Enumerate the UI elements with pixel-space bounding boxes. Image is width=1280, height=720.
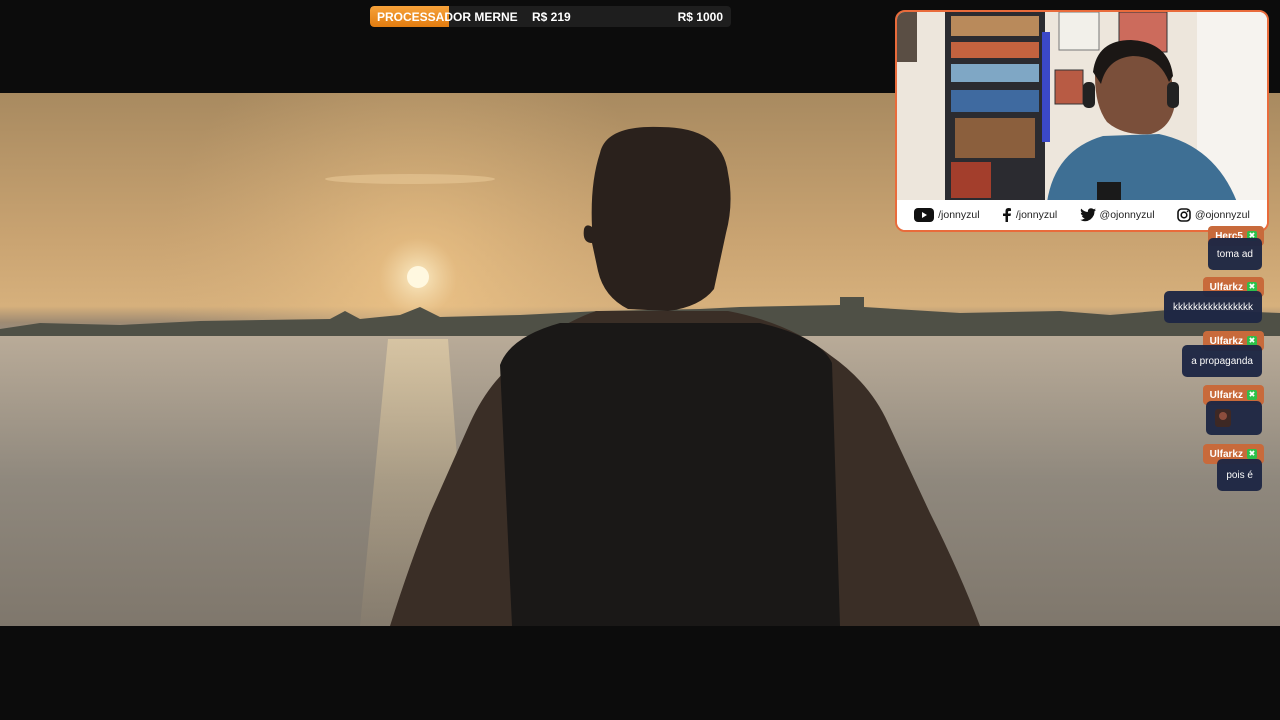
youtube-icon <box>914 208 935 222</box>
chat-message: Herc5 ✖ toma ad <box>1206 226 1266 270</box>
chat-bubble: pois é <box>1217 459 1262 491</box>
chat-bubble: kkkkkkkkkkkkkkkk <box>1164 291 1262 323</box>
social-handle: /jonnyzul <box>938 209 980 221</box>
goal-target-amount: R$ 1000 <box>677 10 723 24</box>
social-twitter: @ojonnyzul <box>1079 208 1155 222</box>
chat-bubble: toma ad <box>1207 238 1262 270</box>
donation-goal-bar: PROCESSADOR MERNE R$ 219 R$ 1000 <box>370 6 731 27</box>
chat-text: toma ad <box>1216 248 1253 260</box>
chat-bubble <box>1206 401 1262 435</box>
sun <box>407 266 429 288</box>
person-tanktop <box>500 323 840 626</box>
person-head <box>583 126 731 311</box>
webcam-overlay: /jonnyzul /jonnyzul @ojonnyzul @ojonnyzu… <box>895 10 1269 232</box>
chat-bubble: a propaganda <box>1182 345 1262 377</box>
chat-message: Ulfarkz ✖ kkkkkkkkkkkkkkkk <box>1146 277 1266 325</box>
mod-badge-icon: ✖ <box>1247 390 1257 400</box>
chat-message: Ulfarkz ✖ pois é <box>1202 444 1266 492</box>
goal-current-amount: R$ 219 <box>532 10 571 24</box>
twitter-icon <box>1079 208 1096 222</box>
chat-text: pois é <box>1226 469 1253 481</box>
emote-icon <box>1215 409 1231 427</box>
social-youtube: /jonnyzul <box>914 208 980 222</box>
facebook-icon <box>1002 208 1011 222</box>
social-facebook: /jonnyzul <box>1002 208 1057 222</box>
chat-text: a propaganda <box>1191 355 1253 367</box>
chat-text: kkkkkkkkkkkkkkkk <box>1173 301 1253 313</box>
mod-badge-icon: ✖ <box>1247 449 1257 459</box>
social-handle: /jonnyzul <box>1015 209 1058 221</box>
social-handle: @ojonnyzul <box>1099 209 1155 221</box>
chat-username: Ulfarkz <box>1209 448 1243 460</box>
chat-message: Ulfarkz ✖ a propaganda <box>1166 331 1266 379</box>
webcam-feed <box>897 12 1267 202</box>
goal-title: PROCESSADOR MERNE <box>377 10 518 24</box>
chat-message: Ulfarkz ✖ <box>1202 385 1266 437</box>
social-instagram: @ojonnyzul <box>1177 208 1250 222</box>
social-handle: @ojonnyzul <box>1194 209 1250 221</box>
chat-username: Ulfarkz <box>1209 389 1243 401</box>
instagram-icon <box>1177 208 1191 222</box>
